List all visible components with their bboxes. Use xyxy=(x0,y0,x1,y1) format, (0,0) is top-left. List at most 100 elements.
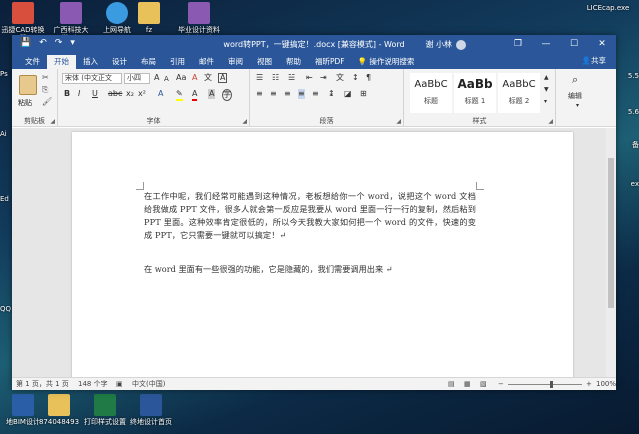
enclosed-char-icon[interactable]: 字 xyxy=(222,89,232,101)
change-case-icon[interactable]: Aa xyxy=(176,73,186,83)
cut-icon[interactable]: ✂ xyxy=(42,73,51,82)
increase-indent-icon[interactable]: ⇥ xyxy=(320,73,327,83)
zoom-out-icon[interactable]: − xyxy=(498,378,504,390)
web-layout-icon[interactable]: ▧ xyxy=(480,378,487,390)
zoom-slider[interactable] xyxy=(508,384,582,385)
user-account[interactable]: 谢 小林 xyxy=(425,39,466,50)
highlight-icon[interactable]: ✎ xyxy=(176,89,183,101)
word-count[interactable]: 148 个字 xyxy=(78,378,108,390)
distributed-icon[interactable]: ≡ xyxy=(312,89,319,99)
paragraph-group-label: 段落 xyxy=(319,117,334,125)
scrollbar-thumb[interactable] xyxy=(608,158,614,308)
proofing-icon[interactable]: ▣ xyxy=(116,378,123,390)
style-title[interactable]: AaBbC 标题 xyxy=(410,73,452,113)
superscript-icon[interactable]: x² xyxy=(138,89,146,99)
style-heading-2[interactable]: AaBbC 标题 2 xyxy=(498,73,540,113)
share-button[interactable]: 👤共享 xyxy=(582,55,606,66)
print-layout-icon[interactable]: ▦ xyxy=(464,378,471,390)
char-border-button[interactable]: A xyxy=(218,73,228,83)
underline-button[interactable]: U xyxy=(92,89,98,99)
tab-file[interactable]: 文件 xyxy=(18,55,47,69)
document-paragraph[interactable]: 在 word 里面有一些很强的功能，它是隐藏的，我们需要调用出来 ↵ xyxy=(144,263,476,275)
show-marks-icon[interactable]: ¶ xyxy=(366,73,371,83)
styles-scroll-up-icon[interactable]: ▲ xyxy=(544,73,549,83)
line-spacing-icon[interactable]: ↨ xyxy=(328,89,335,99)
desktop-icon-licecap[interactable]: LICEcap.exe xyxy=(580,4,636,12)
style-heading-1[interactable]: AaBb 标题 1 xyxy=(454,73,496,113)
tab-view[interactable]: 视图 xyxy=(250,55,279,69)
bullets-icon[interactable]: ☰ xyxy=(256,73,263,83)
shading-icon[interactable]: ◪ xyxy=(344,89,352,99)
shrink-font-button[interactable]: A xyxy=(164,74,169,84)
grow-font-button[interactable]: A xyxy=(154,73,159,83)
font-name-select[interactable]: 宋体 (中文正文 xyxy=(62,73,122,84)
sort-icon[interactable]: ↕ xyxy=(352,73,359,83)
tab-home[interactable]: 开始 xyxy=(47,55,76,69)
language[interactable]: 中文(中国) xyxy=(132,378,165,390)
page-count[interactable]: 第 1 页，共 1 页 xyxy=(16,378,69,390)
zoom-in-icon[interactable]: + xyxy=(586,378,592,390)
desktop-icon-fz[interactable]: fz xyxy=(126,2,172,34)
chevron-down-icon[interactable]: ▾ xyxy=(576,101,579,111)
dialog-launcher-icon[interactable]: ◢ xyxy=(50,118,55,125)
italic-button[interactable]: I xyxy=(78,89,80,99)
styles-more-icon[interactable]: ▾ xyxy=(544,97,547,107)
strikethrough-icon[interactable]: abc xyxy=(108,89,122,99)
text-effects-icon[interactable]: A xyxy=(158,89,163,99)
vertical-scrollbar[interactable] xyxy=(606,128,616,377)
document-area[interactable]: 在工作中呢，我们经常可能遇到这种情况，老板想给你一个 word，说把这个 wor… xyxy=(12,128,616,377)
desktop-icon-excel[interactable]: 打印样式设置 xyxy=(82,394,128,426)
desktop-icon-word[interactable]: 终地设计首页 xyxy=(128,394,174,426)
style-name: 标题 1 xyxy=(464,97,486,105)
justify-icon[interactable]: ≡ xyxy=(298,89,305,99)
char-shading-icon[interactable]: A xyxy=(208,89,216,99)
bold-button[interactable]: B xyxy=(64,89,70,99)
search-icon[interactable]: ⌕ xyxy=(572,74,578,85)
align-right-icon[interactable]: ≡ xyxy=(284,89,291,99)
align-center-icon[interactable]: ≡ xyxy=(270,89,277,99)
tab-design[interactable]: 设计 xyxy=(105,55,134,69)
font-color-icon[interactable]: A xyxy=(192,89,198,101)
close-button[interactable]: ✕ xyxy=(588,35,616,53)
desktop-icon-label: 地BIM设计 xyxy=(6,418,40,426)
multilevel-list-icon[interactable]: ☱ xyxy=(288,73,295,83)
tab-mailings[interactable]: 邮件 xyxy=(192,55,221,69)
document-page[interactable]: 在工作中呢，我们经常可能遇到这种情况，老板想给你一个 word，说把这个 wor… xyxy=(72,132,573,377)
dialog-launcher-icon[interactable]: ◢ xyxy=(548,118,553,125)
read-mode-icon[interactable]: ▤ xyxy=(448,378,455,390)
tab-layout[interactable]: 布局 xyxy=(134,55,163,69)
desktop-right-label: ex xyxy=(630,180,639,188)
desktop-right-label: 备 xyxy=(632,141,639,149)
chinese-layout-icon[interactable]: 文 xyxy=(336,73,344,83)
align-left-icon[interactable]: ≡ xyxy=(256,89,263,99)
paste-icon[interactable] xyxy=(19,75,37,95)
borders-icon[interactable]: ⊞ xyxy=(360,89,367,99)
maximize-button[interactable]: ☐ xyxy=(560,35,588,53)
minimize-button[interactable]: — xyxy=(532,35,560,53)
ribbon-display-button[interactable]: ❐ xyxy=(504,35,532,53)
subscript-icon[interactable]: x₂ xyxy=(126,89,134,99)
clear-format-button[interactable]: A xyxy=(192,73,197,83)
zoom-level[interactable]: 100% xyxy=(596,378,616,390)
font-size-select[interactable]: 小四 xyxy=(124,73,150,84)
copy-icon[interactable]: ⎘ xyxy=(42,85,51,94)
numbering-icon[interactable]: ☷ xyxy=(272,73,279,83)
tell-me-search[interactable]: 💡 操作说明搜索 xyxy=(352,55,415,69)
zoom-slider-thumb[interactable] xyxy=(550,381,553,388)
desktop-icon-folder[interactable]: 874048493 xyxy=(36,394,82,426)
phonetic-guide-button[interactable]: 文 xyxy=(204,73,212,83)
editing-label[interactable]: 编辑 xyxy=(568,91,582,101)
format-painter-icon[interactable]: 🖌 xyxy=(42,97,52,106)
paste-button[interactable]: 粘贴 xyxy=(18,98,32,108)
decrease-indent-icon[interactable]: ⇤ xyxy=(306,73,313,83)
styles-scroll-down-icon[interactable]: ▼ xyxy=(544,85,549,95)
tab-foxit-pdf[interactable]: 福昕PDF xyxy=(308,55,352,69)
dialog-launcher-icon[interactable]: ◢ xyxy=(396,118,401,125)
tab-insert[interactable]: 插入 xyxy=(76,55,105,69)
editing-group: ⌕ 编辑 ▾ xyxy=(556,69,606,127)
tab-references[interactable]: 引用 xyxy=(163,55,192,69)
document-paragraph[interactable]: 在工作中呢，我们经常可能遇到这种情况，老板想给你一个 word，说把这个 wor… xyxy=(144,190,476,242)
tab-help[interactable]: 帮助 xyxy=(279,55,308,69)
tab-review[interactable]: 审阅 xyxy=(221,55,250,69)
dialog-launcher-icon[interactable]: ◢ xyxy=(242,118,247,125)
